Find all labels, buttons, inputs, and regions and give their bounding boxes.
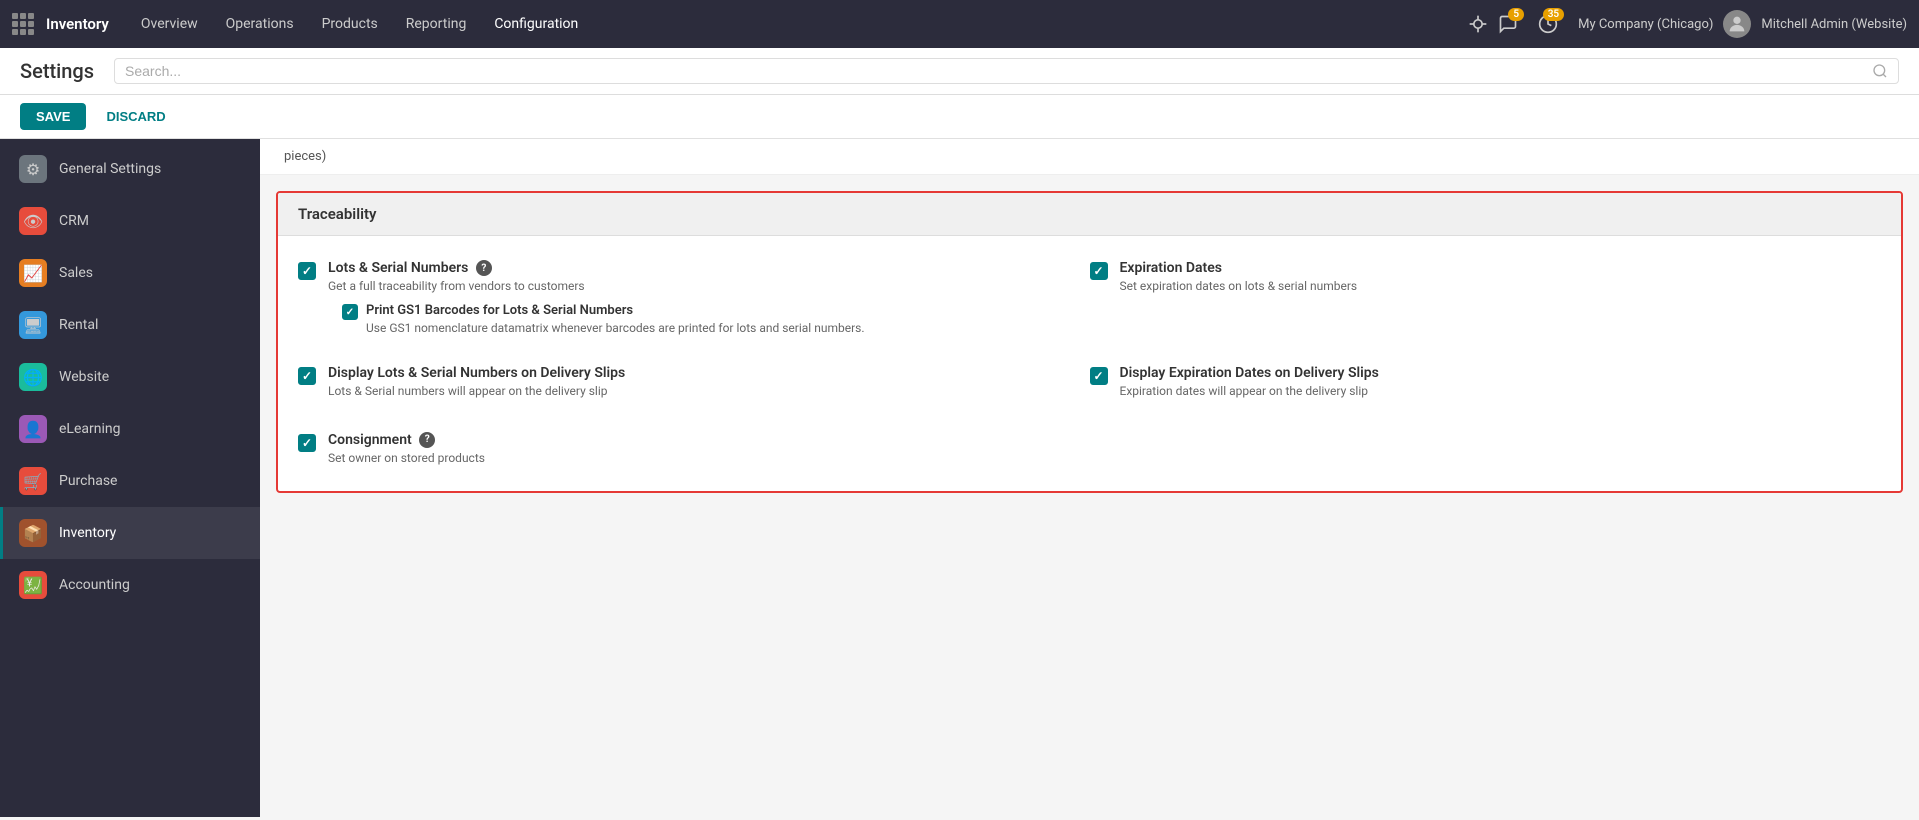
lots-serial-setting: Lots & Serial Numbers ? Get a full trace… <box>298 252 1090 353</box>
expiration-dates-text: Expiration Dates Set expiration dates on… <box>1120 260 1358 295</box>
lots-serial-title: Lots & Serial Numbers ? <box>328 260 585 276</box>
sidebar-label-website: Website <box>59 369 109 385</box>
user-avatar[interactable] <box>1723 10 1751 38</box>
sidebar-label-general-settings: General Settings <box>59 161 161 177</box>
search-input[interactable] <box>125 63 1872 79</box>
elearning-icon: 👤 <box>19 415 47 443</box>
display-lots-title: Display Lots & Serial Numbers on Deliver… <box>328 365 625 381</box>
page-title: Settings <box>20 59 94 83</box>
purchase-icon: 🛒 <box>19 467 47 495</box>
search-bar[interactable] <box>114 58 1899 84</box>
nav-products[interactable]: Products <box>310 10 390 38</box>
sidebar-label-sales: Sales <box>59 265 93 281</box>
expiration-dates-title: Expiration Dates <box>1120 260 1358 276</box>
print-gs1-setting: Print GS1 Barcodes for Lots & Serial Num… <box>342 303 1090 337</box>
lots-serial-row: Lots & Serial Numbers ? Get a full trace… <box>298 252 1090 303</box>
sidebar-item-rental[interactable]: 🖥 Rental <box>0 299 260 351</box>
consignment-title: Consignment ? <box>328 432 485 448</box>
nav-overview[interactable]: Overview <box>129 10 210 38</box>
app-grid-icon[interactable] <box>12 13 34 35</box>
nav-configuration[interactable]: Configuration <box>482 10 590 38</box>
expiration-dates-checkbox[interactable] <box>1090 262 1108 280</box>
sidebar-item-elearning[interactable]: 👤 eLearning <box>0 403 260 455</box>
display-lots-desc: Lots & Serial numbers will appear on the… <box>328 383 625 400</box>
consignment-help-icon[interactable]: ? <box>419 432 435 448</box>
nav-reporting[interactable]: Reporting <box>394 10 479 38</box>
user-name[interactable]: Mitchell Admin (Website) <box>1761 17 1907 32</box>
consignment-desc: Set owner on stored products <box>328 450 485 467</box>
traceability-body: Lots & Serial Numbers ? Get a full trace… <box>278 236 1901 491</box>
lots-serial-text: Lots & Serial Numbers ? Get a full trace… <box>328 260 585 295</box>
print-gs1-title: Print GS1 Barcodes for Lots & Serial Num… <box>366 303 865 318</box>
lots-serial-help-icon[interactable]: ? <box>476 260 492 276</box>
sidebar-item-sales[interactable]: 📈 Sales <box>0 247 260 299</box>
display-expiration-setting: Display Expiration Dates on Delivery Sli… <box>1090 357 1882 408</box>
sidebar-item-crm[interactable]: 👁 CRM <box>0 195 260 247</box>
sidebar-label-inventory: Inventory <box>59 525 116 541</box>
expiration-dates-setting: Expiration Dates Set expiration dates on… <box>1090 252 1882 353</box>
traceability-header: Traceability <box>278 193 1901 236</box>
nav-operations[interactable]: Operations <box>214 10 306 38</box>
display-expiration-desc: Expiration dates will appear on the deli… <box>1120 383 1379 400</box>
sales-icon: 📈 <box>19 259 47 287</box>
consignment-text: Consignment ? Set owner on stored produc… <box>328 432 485 467</box>
clock-button[interactable]: 35 <box>1538 14 1558 34</box>
sidebar-label-elearning: eLearning <box>59 421 120 437</box>
print-gs1-desc: Use GS1 nomenclature datamatrix whenever… <box>366 320 865 337</box>
sidebar-label-crm: CRM <box>59 213 89 229</box>
traceability-title: Traceability <box>298 205 376 223</box>
nav-right-actions: 5 35 My Company (Chicago) Mitchell Admin… <box>1468 10 1907 38</box>
brand-name[interactable]: Inventory <box>46 15 109 33</box>
display-lots-setting: Display Lots & Serial Numbers on Deliver… <box>298 357 1090 408</box>
expiration-dates-desc: Set expiration dates on lots & serial nu… <box>1120 278 1358 295</box>
pieces-text: pieces) <box>284 149 326 164</box>
display-expiration-title: Display Expiration Dates on Delivery Sli… <box>1120 365 1379 381</box>
general-settings-icon: ⚙ <box>19 155 47 183</box>
display-expiration-text: Display Expiration Dates on Delivery Sli… <box>1120 365 1379 400</box>
sidebar-label-purchase: Purchase <box>59 473 117 489</box>
action-buttons-row: SAVE DISCARD <box>0 95 1919 139</box>
rental-icon: 🖥 <box>19 311 47 339</box>
sidebar-item-purchase[interactable]: 🛒 Purchase <box>0 455 260 507</box>
accounting-icon: 💹 <box>19 571 47 599</box>
clock-badge: 35 <box>1543 8 1564 21</box>
sidebar-label-rental: Rental <box>59 317 98 333</box>
consignment-setting: Consignment ? Set owner on stored produc… <box>298 424 1881 475</box>
discard-button[interactable]: DISCARD <box>94 103 177 130</box>
bug-button[interactable] <box>1468 14 1488 34</box>
print-gs1-checkbox[interactable] <box>342 304 358 320</box>
inventory-icon: 📦 <box>19 519 47 547</box>
sidebar-item-inventory[interactable]: 📦 Inventory <box>0 507 260 559</box>
print-gs1-text: Print GS1 Barcodes for Lots & Serial Num… <box>366 303 865 337</box>
lots-serial-desc: Get a full traceability from vendors to … <box>328 278 585 295</box>
sidebar-item-general-settings[interactable]: ⚙ General Settings <box>0 143 260 195</box>
save-button[interactable]: SAVE <box>20 103 86 130</box>
sidebar-item-website[interactable]: 🌐 Website <box>0 351 260 403</box>
sidebar: ⚙ General Settings 👁 CRM 📈 Sales 🖥 Renta… <box>0 139 260 817</box>
page-header: Settings <box>0 48 1919 95</box>
display-expiration-checkbox[interactable] <box>1090 367 1108 385</box>
company-name[interactable]: My Company (Chicago) <box>1578 17 1713 32</box>
top-navigation: Inventory Overview Operations Products R… <box>0 0 1919 48</box>
consignment-checkbox[interactable] <box>298 434 316 452</box>
crm-icon: 👁 <box>19 207 47 235</box>
display-lots-text: Display Lots & Serial Numbers on Deliver… <box>328 365 625 400</box>
sidebar-item-accounting[interactable]: 💹 Accounting <box>0 559 260 611</box>
main-layout: ⚙ General Settings 👁 CRM 📈 Sales 🖥 Renta… <box>0 139 1919 817</box>
pieces-row: pieces) <box>260 139 1919 175</box>
display-lots-checkbox[interactable] <box>298 367 316 385</box>
sidebar-label-accounting: Accounting <box>59 577 130 593</box>
content-area: pieces) Traceability Lots & Serial Numbe… <box>260 139 1919 817</box>
chat-button[interactable]: 5 <box>1498 14 1518 34</box>
website-icon: 🌐 <box>19 363 47 391</box>
lots-serial-checkbox[interactable] <box>298 262 316 280</box>
traceability-section: Traceability Lots & Serial Numbers ? <box>276 191 1903 493</box>
search-icon <box>1872 63 1888 79</box>
chat-badge: 5 <box>1508 8 1524 21</box>
